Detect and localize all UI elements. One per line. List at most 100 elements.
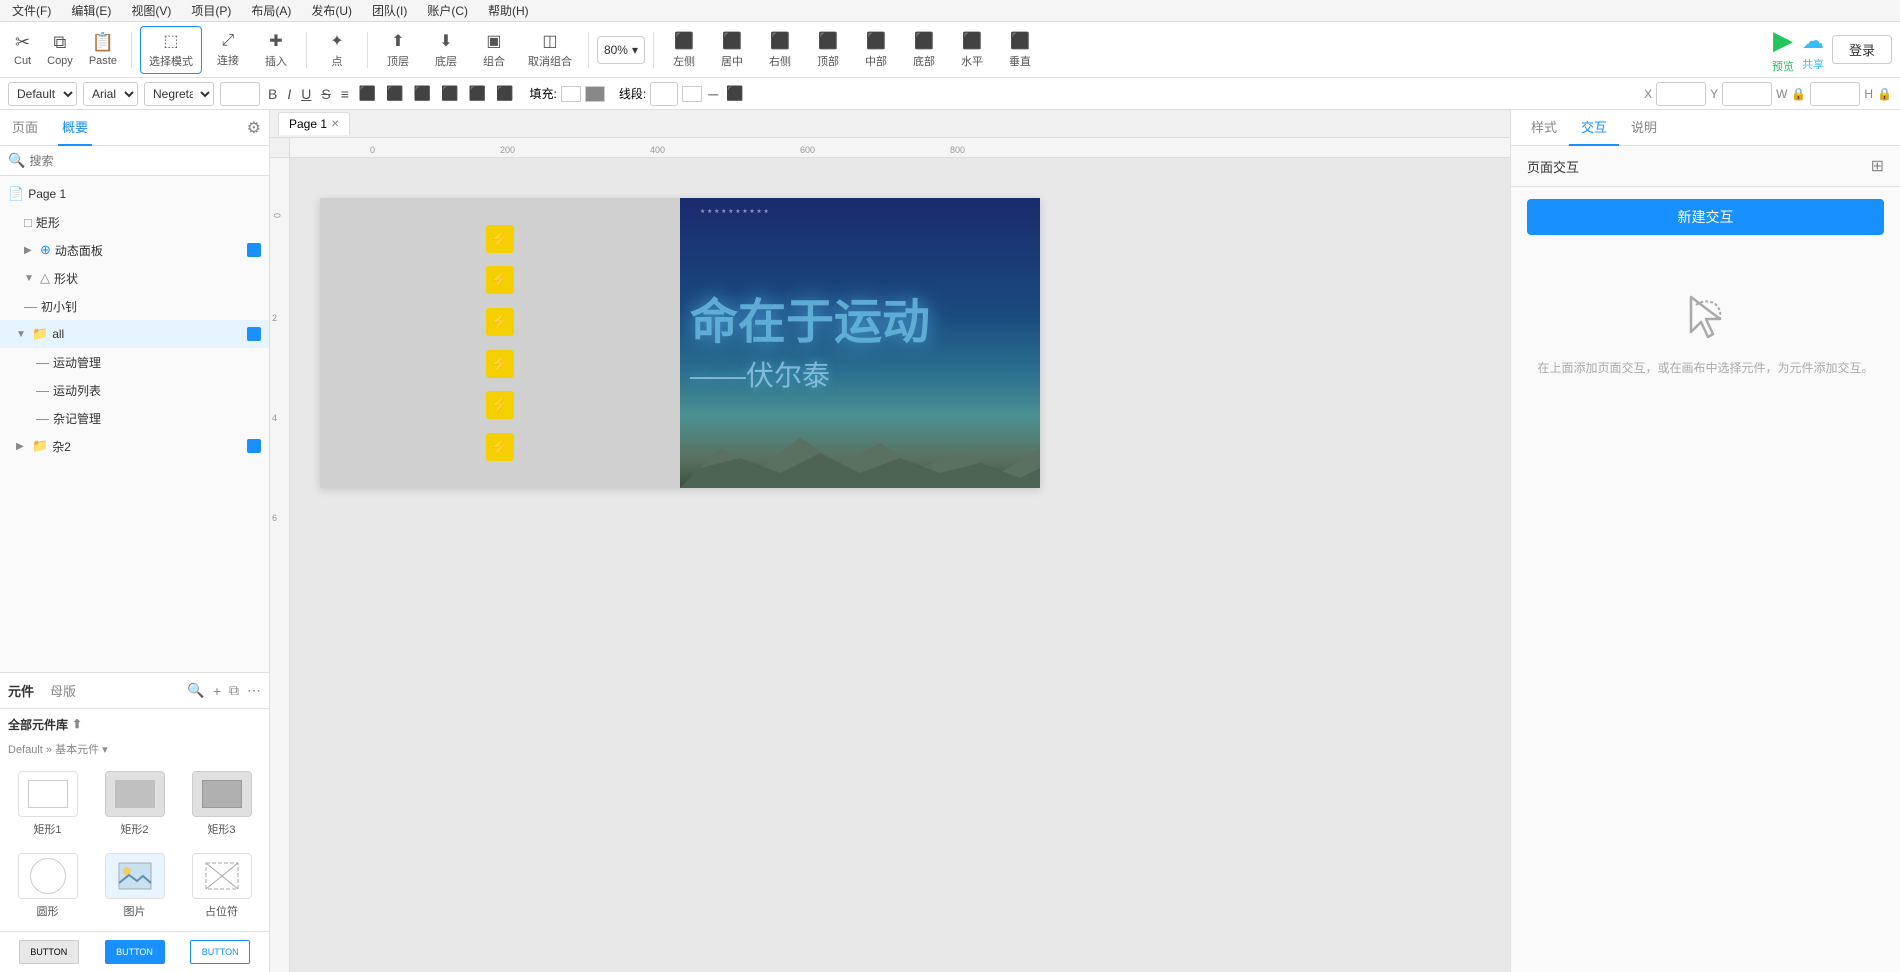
align-mid-text-icon[interactable]: ⬛: [494, 83, 515, 104]
comp-item-btn2[interactable]: BUTTON: [94, 936, 176, 968]
align-text-center-icon[interactable]: ⬛: [384, 83, 405, 104]
tree-item-sport-manage[interactable]: — 运动管理: [0, 348, 269, 376]
more-comp-icon[interactable]: ⋯: [247, 682, 261, 699]
tree-item-za2[interactable]: ▶ 📁 杂2: [0, 432, 269, 460]
add-comp-icon[interactable]: +: [213, 683, 221, 699]
tab-outline[interactable]: 概要: [58, 110, 92, 146]
fill-color-white[interactable]: [561, 86, 581, 102]
comp-item-btn1[interactable]: BUTTON: [8, 936, 90, 968]
list-icon[interactable]: ≡: [339, 84, 351, 104]
connect-button[interactable]: ⤢ 连接: [206, 26, 250, 74]
tree-item-line[interactable]: — 初小钊: [0, 292, 269, 320]
search-comp-icon[interactable]: 🔍: [187, 682, 204, 699]
share-button[interactable]: ☁ 共享: [1802, 28, 1824, 72]
stroke-end-icon[interactable]: ⬛: [724, 83, 745, 104]
library-expand-icon[interactable]: ⬆: [72, 717, 82, 731]
comp-item-rect3[interactable]: 矩形3: [182, 767, 261, 841]
font-size-input[interactable]: 13: [220, 82, 260, 106]
tree-item-sport-list[interactable]: — 运动列表: [0, 376, 269, 404]
align-text-left-icon[interactable]: ⬛: [357, 83, 378, 104]
w-input[interactable]: [1810, 82, 1860, 106]
right-tab-notes[interactable]: 说明: [1619, 109, 1669, 146]
stroke-style-icon[interactable]: ─: [706, 84, 720, 104]
preview-button[interactable]: ▶ 预览: [1772, 25, 1794, 74]
bottom-button[interactable]: ⬇ 底层: [424, 26, 468, 74]
menu-item-account[interactable]: 账户(C): [423, 0, 472, 21]
top-button[interactable]: ⬆ 顶层: [376, 26, 420, 74]
ungroup-button[interactable]: ◫ 取消组合: [520, 26, 580, 74]
strikethrough-icon[interactable]: S: [319, 84, 332, 104]
menu-item-help[interactable]: 帮助(H): [484, 0, 533, 21]
align-bottom-button[interactable]: ⬛ 底部: [902, 26, 946, 74]
select-mode-button[interactable]: ⬚ 选择模式: [140, 26, 202, 74]
comp-tab-components[interactable]: 元件: [8, 681, 34, 700]
canvas-scroll[interactable]: 0 2 4 6 ⚡ ⚡ ⚡ ⚡ ⚡ ⚡: [270, 158, 1510, 972]
menu-item-project[interactable]: 项目(P): [187, 0, 235, 21]
comp-item-image[interactable]: 图片: [95, 849, 174, 923]
comp-item-btn3[interactable]: BUTTON: [179, 936, 261, 968]
menu-item-publish[interactable]: 发布(U): [307, 0, 356, 21]
canvas-page[interactable]: ⚡ ⚡ ⚡ ⚡ ⚡ ⚡ ★ ★ ★ ★ ★ ★ ★ ★ ★ ★ 命在于运动 ——…: [320, 198, 1040, 488]
insert-button[interactable]: ✚ 插入: [254, 26, 298, 74]
stroke-width-input[interactable]: 1: [650, 82, 678, 106]
connect-label: 连接: [217, 52, 239, 68]
menu-item-view[interactable]: 视图(V): [127, 0, 175, 21]
ruler-mark-v-200: 2: [272, 313, 277, 323]
tree-item-shape[interactable]: ▼ △ 形状: [0, 264, 269, 292]
align-center-button[interactable]: ⬛ 居中: [710, 26, 754, 74]
login-button[interactable]: 登录: [1832, 35, 1892, 64]
align-right-button[interactable]: ⬛ 右侧: [758, 26, 802, 74]
y-input[interactable]: [1722, 82, 1772, 106]
font-family-select[interactable]: Arial: [83, 82, 138, 106]
default-select[interactable]: Default: [8, 82, 77, 106]
italic-icon[interactable]: I: [285, 84, 293, 104]
tree-item-note-manage[interactable]: — 杂记管理: [0, 404, 269, 432]
menu-item-team[interactable]: 团队(I): [368, 0, 411, 21]
comp-item-placeholder[interactable]: 占位符: [182, 849, 261, 923]
copy-comp-icon[interactable]: ⧉: [229, 682, 239, 699]
sep3: [367, 32, 368, 68]
new-interaction-button[interactable]: 新建交互: [1527, 199, 1884, 235]
align-top-button[interactable]: ⬛ 顶部: [806, 26, 850, 74]
x-input[interactable]: [1656, 82, 1706, 106]
align-left-button[interactable]: ⬛ 左侧: [662, 26, 706, 74]
comp-tab-master[interactable]: 母版: [50, 681, 76, 700]
menu-item-edit[interactable]: 编辑(E): [67, 0, 115, 21]
group-button[interactable]: ▣ 组合: [472, 26, 516, 74]
align-mid-button[interactable]: ⬛ 中部: [854, 26, 898, 74]
search-input[interactable]: [29, 154, 261, 168]
underline-icon[interactable]: U: [299, 84, 313, 104]
group-label: 组合: [483, 53, 505, 69]
canvas-tab-page1[interactable]: Page 1 ✕: [278, 112, 350, 135]
page-icon[interactable]: ⊞: [1871, 156, 1884, 176]
filter-icon[interactable]: ⚙: [247, 118, 261, 138]
comp-item-rect1[interactable]: 矩形1: [8, 767, 87, 841]
paste-button[interactable]: 📋 Paste: [83, 26, 123, 74]
distribute-h-button[interactable]: ⬛ 水平: [950, 26, 994, 74]
tree-item-rect[interactable]: □ 矩形: [0, 208, 269, 236]
cut-button[interactable]: ✂ Cut: [8, 26, 37, 74]
toolbar-right: ▶ 预览 ☁ 共享 登录: [1772, 25, 1892, 74]
align-text-right-icon[interactable]: ⬛: [412, 83, 433, 104]
font-style-select[interactable]: Negreta: [144, 82, 214, 106]
align-text-justify-icon[interactable]: ⬛: [439, 83, 460, 104]
tree-item-all[interactable]: ▼ 📁 all: [0, 320, 269, 348]
tree-item-panel[interactable]: ▶ ⊕ 动态面板: [0, 236, 269, 264]
right-tab-style[interactable]: 样式: [1519, 109, 1569, 146]
menu-item-file[interactable]: 文件(F): [8, 0, 55, 21]
tree-item-page1[interactable]: 📄 Page 1: [0, 180, 269, 208]
menu-item-layout[interactable]: 布局(A): [247, 0, 295, 21]
align-top-text-icon[interactable]: ⬛: [467, 83, 488, 104]
tab-page[interactable]: 页面: [8, 110, 42, 146]
fill-color-dark[interactable]: [585, 86, 605, 102]
distribute-v-button[interactable]: ⬛ 垂直: [998, 26, 1042, 74]
point-button[interactable]: ✦ 点: [315, 26, 359, 74]
bold-icon[interactable]: B: [266, 84, 279, 104]
copy-button[interactable]: ⧉ Copy: [41, 26, 79, 74]
comp-item-circle[interactable]: 圆形: [8, 849, 87, 923]
stroke-color[interactable]: [682, 86, 702, 102]
comp-item-rect2[interactable]: 矩形2: [95, 767, 174, 841]
close-tab-icon[interactable]: ✕: [331, 119, 339, 130]
zoom-control[interactable]: 80% ▾: [597, 36, 645, 64]
right-tab-interact[interactable]: 交互: [1569, 109, 1619, 146]
